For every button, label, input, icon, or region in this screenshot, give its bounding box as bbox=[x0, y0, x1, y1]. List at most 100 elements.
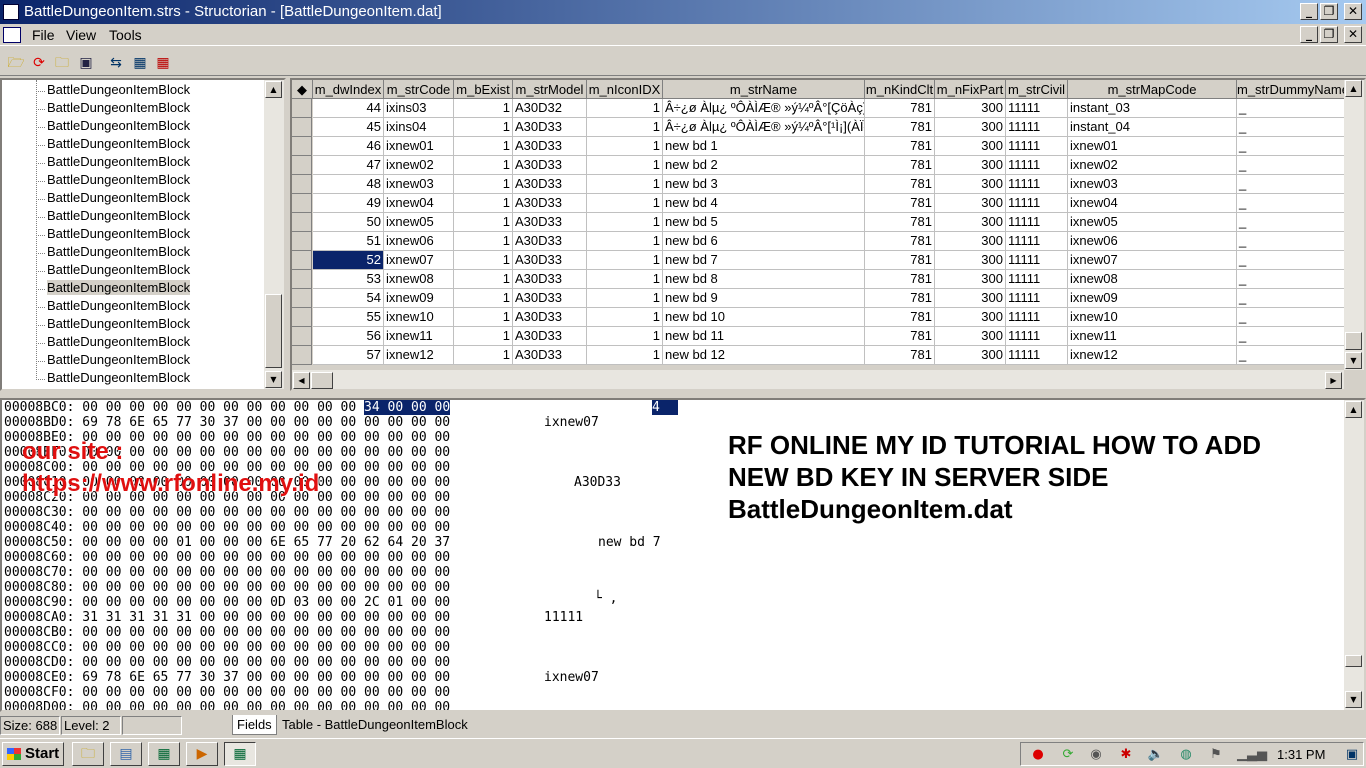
tree-scrollbar[interactable]: ▲ ▼ bbox=[264, 80, 284, 389]
table-cell[interactable]: ixnew02 bbox=[1068, 156, 1237, 175]
table-cell[interactable]: _ bbox=[1237, 346, 1347, 365]
table-cell[interactable]: 781 bbox=[865, 156, 935, 175]
table-cell[interactable]: A30D33 bbox=[513, 251, 587, 270]
table-icon[interactable]: ▦ bbox=[131, 54, 149, 72]
tree-item[interactable]: BattleDungeonItemBlock bbox=[47, 136, 190, 151]
table-cell[interactable]: 44 bbox=[313, 99, 384, 118]
table-cell[interactable]: ixins04 bbox=[384, 118, 454, 137]
table-cell[interactable]: _ bbox=[1237, 213, 1347, 232]
hex-row[interactable]: 00008C60: 00 00 00 00 00 00 00 00 00 00 … bbox=[4, 550, 450, 565]
table-cell[interactable]: ixnew04 bbox=[384, 194, 454, 213]
table-cell[interactable]: A30D33 bbox=[513, 327, 587, 346]
grid-corner[interactable]: ◆ bbox=[292, 80, 313, 99]
table-cell[interactable]: ixnew03 bbox=[1068, 175, 1237, 194]
table-cell[interactable]: new bd 3 bbox=[663, 175, 865, 194]
column-header-m-strcivil[interactable]: m_strCivil bbox=[1006, 80, 1068, 99]
grid-scroll-left-button[interactable]: ◀ bbox=[293, 372, 310, 389]
data-grid[interactable]: ◆ m_dwIndex m_strCode m_bExist m_strModel m_… bbox=[290, 78, 1366, 391]
table-cell[interactable]: ixins03 bbox=[384, 99, 454, 118]
bug-icon[interactable]: ✱ bbox=[1117, 746, 1135, 764]
table-cell[interactable]: ixnew05 bbox=[384, 213, 454, 232]
tree-item[interactable]: BattleDungeonItemBlock bbox=[47, 100, 190, 115]
tree-item[interactable]: BattleDungeonItemBlock bbox=[47, 298, 190, 313]
table-cell[interactable]: 781 bbox=[865, 346, 935, 365]
column-header-m-dwindex[interactable]: m_dwIndex bbox=[313, 80, 384, 99]
table-cell[interactable]: 300 bbox=[935, 346, 1006, 365]
grid-app-task-icon[interactable]: ▦ bbox=[148, 742, 180, 766]
hex-row[interactable]: 00008D00: 00 00 00 00 00 00 00 00 00 00 … bbox=[4, 700, 450, 710]
row-header[interactable] bbox=[292, 346, 312, 365]
table-cell[interactable]: _ bbox=[1237, 99, 1347, 118]
table-cell[interactable]: 300 bbox=[935, 232, 1006, 251]
structure-tree[interactable]: BattleDungeonItemBlock BattleDungeonItemB… bbox=[0, 78, 286, 391]
table-cell[interactable]: 56 bbox=[313, 327, 384, 346]
column-header-m-strmodel[interactable]: m_strModel bbox=[513, 80, 587, 99]
tree-item[interactable]: BattleDungeonItemBlock bbox=[47, 352, 190, 367]
column-header-m-nfixpart[interactable]: m_nFixPart bbox=[935, 80, 1006, 99]
table-cell[interactable]: ixnew09 bbox=[1068, 289, 1237, 308]
table-cell[interactable]: 48 bbox=[313, 175, 384, 194]
tree-item[interactable]: BattleDungeonItemBlock bbox=[47, 262, 190, 277]
table-cell[interactable]: 781 bbox=[865, 99, 935, 118]
structorian-task-icon[interactable]: ▦ bbox=[224, 742, 256, 766]
table-cell[interactable]: ixnew02 bbox=[384, 156, 454, 175]
table-cell[interactable]: 1 bbox=[454, 270, 513, 289]
table-cell[interactable]: Â÷¿ø Àlµ¿ ºÔÀÌÆ® »ý¼ºÂ°[ÇöÀç]( bbox=[663, 99, 865, 118]
column-header-m-niconidx[interactable]: m_nIconIDX bbox=[587, 80, 663, 99]
notepad-task-icon[interactable]: ▤ bbox=[110, 742, 142, 766]
scroll-down-button[interactable]: ▼ bbox=[265, 371, 282, 388]
table-cell[interactable]: new bd 9 bbox=[663, 289, 865, 308]
table-cell[interactable]: A30D33 bbox=[513, 232, 587, 251]
tab-table[interactable]: Table - BattleDungeonItemBlock bbox=[278, 715, 472, 735]
table-cell[interactable]: 300 bbox=[935, 156, 1006, 175]
table-cell[interactable]: ixnew06 bbox=[384, 232, 454, 251]
table-cell[interactable]: 1 bbox=[454, 194, 513, 213]
table-cell[interactable]: A30D33 bbox=[513, 213, 587, 232]
table-cell[interactable]: 57 bbox=[313, 346, 384, 365]
table-cell[interactable]: 300 bbox=[935, 99, 1006, 118]
table-cell[interactable]: 11111 bbox=[1006, 213, 1068, 232]
table-cell[interactable]: 11111 bbox=[1006, 232, 1068, 251]
hex-scroll-down-button[interactable]: ▼ bbox=[1345, 691, 1362, 708]
table-cell[interactable]: 300 bbox=[935, 137, 1006, 156]
refresh-icon[interactable]: ⟳ bbox=[30, 54, 48, 72]
network-ball-icon[interactable]: ◉ bbox=[1087, 746, 1105, 764]
tree-item[interactable]: BattleDungeonItemBlock bbox=[47, 334, 190, 349]
grid-scroll-up-button[interactable]: ▲ bbox=[1345, 80, 1362, 97]
child-maximize-button[interactable]: ❐ bbox=[1320, 26, 1338, 43]
hex-row[interactable]: 00008C40: 00 00 00 00 00 00 00 00 00 00 … bbox=[4, 520, 450, 535]
row-header[interactable] bbox=[292, 308, 312, 327]
table-cell[interactable]: _ bbox=[1237, 289, 1347, 308]
row-header[interactable] bbox=[292, 251, 312, 270]
table-cell[interactable]: new bd 4 bbox=[663, 194, 865, 213]
row-header[interactable] bbox=[292, 232, 312, 251]
tree-item[interactable]: BattleDungeonItemBlock bbox=[47, 190, 190, 205]
table-cell[interactable]: 11111 bbox=[1006, 327, 1068, 346]
table-cell[interactable]: 781 bbox=[865, 308, 935, 327]
table-cell[interactable]: 11111 bbox=[1006, 346, 1068, 365]
table-cell[interactable]: 1 bbox=[454, 251, 513, 270]
table-cell[interactable]: _ bbox=[1237, 156, 1347, 175]
table-cell[interactable]: 1 bbox=[587, 175, 663, 194]
grid-scroll-down-button[interactable]: ▼ bbox=[1345, 352, 1362, 369]
table-cell[interactable]: 11111 bbox=[1006, 270, 1068, 289]
hex-row[interactable]: 00008BC0: 00 00 00 00 00 00 00 00 00 00 … bbox=[4, 400, 451, 415]
table-cell[interactable]: 781 bbox=[865, 289, 935, 308]
table-cell[interactable]: 1 bbox=[454, 289, 513, 308]
table-cell[interactable]: ixnew07 bbox=[1068, 251, 1237, 270]
table-cell[interactable]: new bd 6 bbox=[663, 232, 865, 251]
signal-icon[interactable]: ▁▃▅ bbox=[1237, 746, 1267, 764]
column-header-m-strname[interactable]: m_strName bbox=[663, 80, 865, 99]
hex-row[interactable]: 00008C90: 00 00 00 00 00 00 00 00 0D 03 … bbox=[4, 595, 450, 610]
scroll-thumb[interactable] bbox=[265, 294, 282, 368]
table-cell[interactable]: 11111 bbox=[1006, 289, 1068, 308]
table-cell[interactable]: ixnew05 bbox=[1068, 213, 1237, 232]
table-cell[interactable]: _ bbox=[1237, 137, 1347, 156]
table-cell[interactable]: 49 bbox=[313, 194, 384, 213]
table-cell[interactable]: new bd 12 bbox=[663, 346, 865, 365]
volume-icon[interactable]: 🔈 bbox=[1147, 746, 1165, 764]
table-cell[interactable]: ixnew12 bbox=[384, 346, 454, 365]
tree-item[interactable]: BattleDungeonItemBlock bbox=[47, 316, 190, 331]
table-cell[interactable]: A30D33 bbox=[513, 194, 587, 213]
hex-row[interactable]: 00008CE0: 69 78 6E 65 77 30 37 00 00 00 … bbox=[4, 670, 450, 685]
